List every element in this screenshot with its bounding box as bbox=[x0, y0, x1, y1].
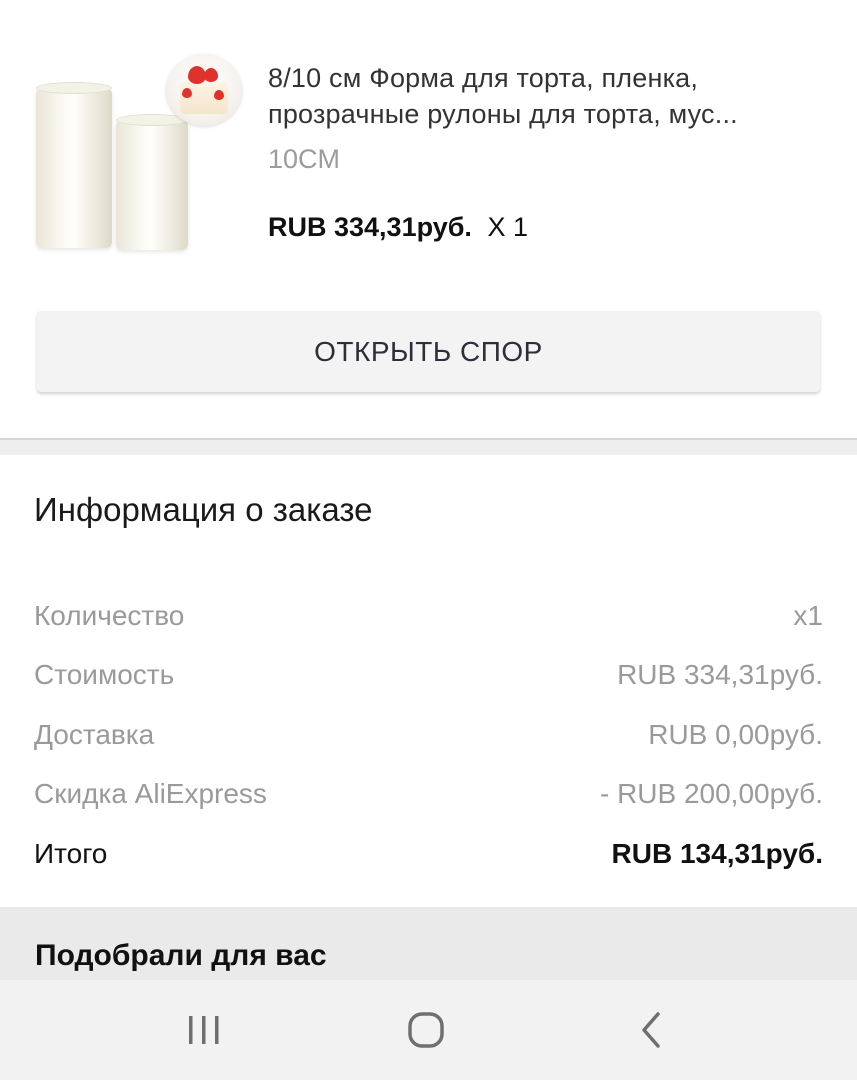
section-gap bbox=[0, 440, 857, 455]
product-title[interactable]: 8/10 см Форма для торта, пленка, прозрач… bbox=[268, 60, 818, 132]
order-row-total: Итого RUB 134,31руб. bbox=[34, 834, 823, 874]
cake-thumbnail-icon bbox=[166, 54, 242, 126]
order-row-label: Количество bbox=[34, 600, 185, 631]
back-chevron-icon[interactable] bbox=[626, 1008, 674, 1052]
order-info-section: Информация о заказе Количество x1 Стоимо… bbox=[0, 455, 857, 907]
product-title-line-2: прозрачные рулоны для торта, мус... bbox=[268, 99, 738, 129]
open-dispute-button[interactable]: ОТКРЫТЬ СПОР bbox=[37, 311, 820, 392]
product-title-line-1: 8/10 см Форма для торта, пленка, bbox=[268, 63, 699, 93]
system-navigation-bar bbox=[0, 980, 857, 1080]
product-variant: 10CM bbox=[268, 144, 341, 174]
order-row-value: RUB 134,31руб. bbox=[611, 838, 823, 869]
order-row-label: Доставка bbox=[34, 719, 155, 750]
order-row-shipping: Доставка RUB 0,00руб. bbox=[34, 715, 823, 755]
order-row-label: Итого bbox=[34, 838, 108, 869]
order-row-quantity: Количество x1 bbox=[34, 596, 823, 636]
product-price-line: RUB 334,31руб. X 1 bbox=[268, 210, 528, 244]
recent-apps-icon[interactable] bbox=[180, 1008, 228, 1052]
product-card: 8/10 см Форма для торта, пленка, прозрач… bbox=[0, 0, 857, 438]
order-info-title: Информация о заказе bbox=[34, 491, 373, 528]
film-roll-small-shape bbox=[116, 114, 188, 250]
order-row-value: x1 bbox=[793, 600, 823, 631]
product-price: RUB 334,31руб. bbox=[268, 212, 472, 242]
film-roll-large-shape bbox=[36, 82, 112, 248]
product-image[interactable] bbox=[30, 50, 245, 265]
order-row-discount: Скидка AliExpress - RUB 200,00руб. bbox=[34, 774, 823, 814]
order-row-label: Скидка AliExpress bbox=[34, 778, 267, 809]
order-detail-page: 8/10 см Форма для торта, пленка, прозрач… bbox=[0, 0, 857, 1080]
recommendations-section: Подобрали для вас bbox=[0, 907, 857, 980]
home-icon[interactable] bbox=[402, 1008, 450, 1052]
order-row-value: RUB 334,31руб. bbox=[617, 659, 823, 690]
order-row-value: RUB 0,00руб. bbox=[648, 719, 823, 750]
recommendations-title: Подобрали для вас bbox=[35, 939, 327, 972]
order-row-label: Стоимость bbox=[34, 659, 175, 690]
order-row-value: - RUB 200,00руб. bbox=[599, 778, 823, 809]
product-quantity: X 1 bbox=[487, 212, 528, 242]
order-row-cost: Стоимость RUB 334,31руб. bbox=[34, 655, 823, 695]
